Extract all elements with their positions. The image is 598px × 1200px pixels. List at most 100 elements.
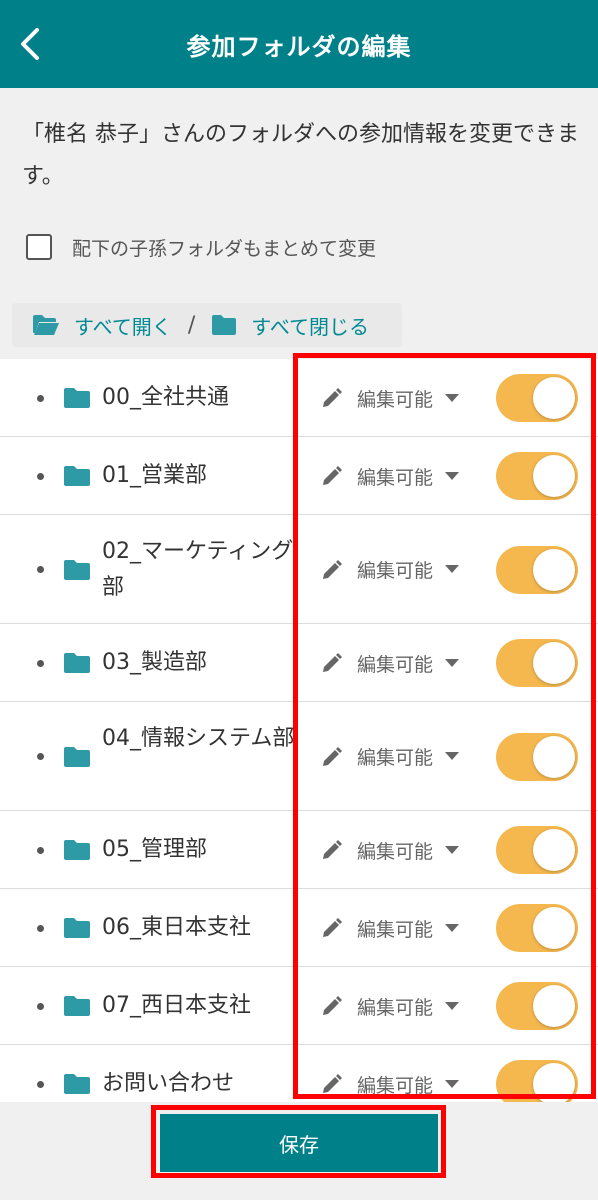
caret-down-icon: [445, 1001, 460, 1010]
folder-row: 00_全社共通 編集可能: [0, 359, 598, 437]
participation-toggle[interactable]: [496, 826, 578, 874]
folder-icon: [63, 1073, 91, 1099]
toggle-knob: [533, 829, 575, 871]
folder-name: 06_東日本支社: [102, 915, 251, 940]
pencil-icon: [323, 918, 342, 937]
folder-row: 02_マーケティング部 編集可能: [0, 515, 598, 624]
collapse-all-label: すべて閉じる: [251, 314, 370, 339]
toggle-knob: [533, 377, 575, 419]
caret-down-icon: [445, 658, 460, 667]
caret-down-icon: [445, 471, 460, 480]
folder-name: 01_営業部: [102, 463, 207, 488]
folder-icon: [63, 917, 91, 943]
bullet-icon: [37, 659, 44, 667]
page-title: 参加フォルダの編集: [186, 32, 412, 61]
pencil-icon: [323, 840, 342, 859]
folder-name: お問い合わせ: [102, 1071, 235, 1096]
participation-toggle[interactable]: [496, 374, 578, 422]
folder-icon: [212, 315, 237, 335]
chevron-left-icon: [21, 28, 39, 60]
footer-bar: 保存: [0, 1102, 598, 1200]
folder-icon: [63, 839, 91, 865]
folder-name: 05_管理部: [102, 837, 207, 862]
bulk-change-checkbox[interactable]: [26, 234, 52, 260]
pencil-icon: [323, 1074, 342, 1093]
permission-dropdown[interactable]: 編集可能: [321, 743, 460, 771]
participation-toggle[interactable]: [496, 732, 578, 781]
folder-icon: [63, 652, 91, 678]
bullet-icon: [37, 753, 44, 760]
toggle-knob: [533, 735, 575, 778]
caret-down-icon: [445, 565, 460, 573]
caret-down-icon: [445, 393, 460, 402]
folder-icon: [63, 559, 91, 585]
folder-open-icon: [33, 315, 59, 335]
folder-row: 01_営業部 編集可能: [0, 437, 598, 515]
folder-row: 03_製造部 編集可能: [0, 624, 598, 702]
expand-all-button[interactable]: すべて開く: [32, 311, 172, 340]
participation-toggle[interactable]: [496, 639, 578, 687]
folder-icon: [63, 387, 91, 413]
bullet-icon: [37, 566, 44, 573]
folder-name: 07_西日本支社: [102, 993, 251, 1018]
save-button[interactable]: 保存: [160, 1114, 438, 1172]
pencil-icon: [323, 466, 342, 485]
caret-down-icon: [445, 1079, 460, 1088]
permission-label: 編集可能: [357, 996, 434, 1019]
pencil-icon: [323, 388, 342, 407]
permission-dropdown[interactable]: 編集可能: [321, 1070, 460, 1098]
page-description: 「椎名 恭子」さんのフォルダへの参加情報を変更できます。: [22, 122, 579, 189]
back-button[interactable]: [8, 20, 52, 68]
pencil-icon: [323, 996, 342, 1015]
folder-icon: [63, 995, 91, 1021]
permission-label: 編集可能: [357, 388, 434, 411]
folder-name: 04_情報システム部: [102, 725, 295, 751]
folder-icon: [63, 465, 91, 491]
folder-name: 03_製造部: [102, 650, 207, 675]
permission-label: 編集可能: [357, 560, 434, 582]
bullet-icon: [37, 924, 44, 932]
participation-toggle[interactable]: [496, 904, 578, 952]
bulk-change-option[interactable]: 配下の子孫フォルダもまとめて変更: [26, 230, 376, 264]
pencil-icon: [323, 559, 342, 579]
caret-down-icon: [445, 845, 460, 854]
folder-name: 02_マーケティング部: [102, 538, 294, 600]
permission-label: 編集可能: [357, 1074, 434, 1097]
permission-label: 編集可能: [357, 653, 434, 676]
folder-row: お問い合わせ 編集可能: [0, 1045, 598, 1102]
expand-all-label: すべて開く: [74, 314, 172, 339]
permission-label: 編集可能: [357, 918, 434, 941]
permission-label: 編集可能: [357, 466, 434, 489]
permission-dropdown[interactable]: 編集可能: [321, 556, 460, 584]
caret-down-icon: [445, 752, 460, 760]
bullet-icon: [37, 1002, 44, 1010]
bullet-icon: [37, 472, 44, 480]
folder-icon: [63, 746, 91, 772]
permission-dropdown[interactable]: 編集可能: [321, 384, 460, 412]
pencil-icon: [323, 746, 342, 766]
participation-toggle[interactable]: [496, 452, 578, 500]
folder-name: 00_全社共通: [102, 385, 229, 410]
bullet-icon: [37, 394, 44, 402]
folder-row: 05_管理部 編集可能: [0, 811, 598, 889]
expand-controls: すべて開く / すべて閉じる: [12, 303, 402, 347]
permission-dropdown[interactable]: 編集可能: [321, 836, 460, 864]
toggle-knob: [533, 985, 575, 1027]
permission-dropdown[interactable]: 編集可能: [321, 649, 460, 677]
permission-dropdown[interactable]: 編集可能: [321, 992, 460, 1020]
permission-dropdown[interactable]: 編集可能: [321, 914, 460, 942]
folder-row: 04_情報システム部 編集可能: [0, 702, 598, 811]
pencil-icon: [323, 653, 342, 672]
folder-row: 06_東日本支社 編集可能: [0, 889, 598, 967]
toggle-knob: [533, 548, 575, 591]
participation-toggle[interactable]: [496, 1060, 578, 1102]
participation-toggle[interactable]: [496, 982, 578, 1030]
toggle-knob: [533, 1063, 575, 1102]
toggle-knob: [533, 642, 575, 684]
app-header: 参加フォルダの編集: [0, 0, 598, 88]
folder-list: 00_全社共通 編集可能 01_営業部 編集可能 02_マーケティング部 編集可能 03_製…: [0, 359, 598, 1102]
bulk-change-label: 配下の子孫フォルダもまとめて変更: [72, 237, 377, 260]
participation-toggle[interactable]: [496, 545, 578, 594]
permission-dropdown[interactable]: 編集可能: [321, 462, 460, 490]
collapse-all-button[interactable]: すべて閉じる: [211, 311, 369, 340]
